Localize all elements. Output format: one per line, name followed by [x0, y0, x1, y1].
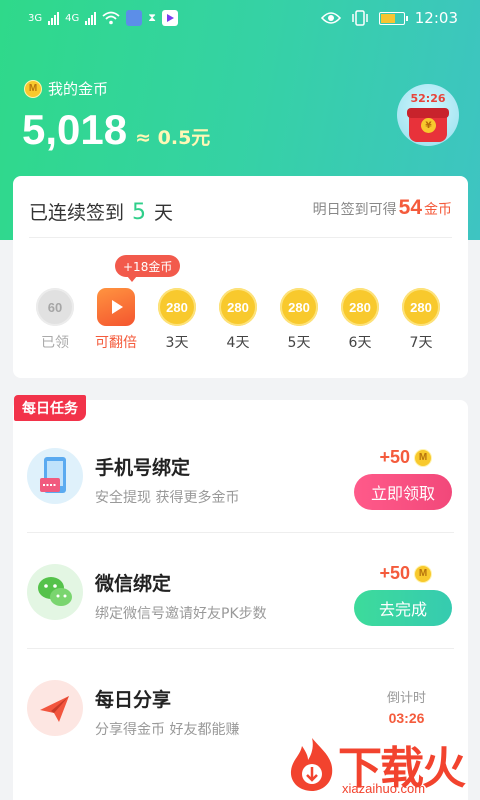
phone-icon: [27, 448, 83, 504]
signal-icon-2: [85, 11, 97, 25]
watermark-url: xiazaihuo.com: [342, 781, 426, 796]
countdown-time: 03:26: [388, 710, 425, 726]
battery-icon: [378, 11, 408, 25]
coin-balance: 5,018: [22, 106, 128, 153]
task-description: 分享得金币 好友都能赚: [95, 722, 240, 738]
app-notification-icon: [126, 10, 143, 26]
coin-icon: 280: [280, 288, 318, 326]
signin-suffix: 天: [154, 202, 174, 224]
coin-icon: M: [414, 564, 432, 583]
task-description: 安全提现 获得更多金币: [95, 490, 240, 506]
day-item-double[interactable]: 可翻倍: [86, 288, 146, 352]
reward-amount: +50: [379, 563, 410, 583]
day-label: 7天: [409, 335, 433, 351]
task-reward: +50 M: [379, 447, 432, 468]
signin-prefix: 已连续签到: [29, 202, 125, 224]
day-label: 6天: [348, 335, 372, 351]
reward-amount: +50: [379, 447, 410, 467]
coin-icon: M: [24, 79, 42, 98]
coin-icon: 280: [219, 288, 257, 326]
day-label: 3天: [165, 335, 189, 351]
network-type-label-2: 4G: [65, 12, 80, 24]
clock: 12:03: [414, 9, 458, 27]
play-video-icon[interactable]: [97, 288, 135, 326]
share-countdown: 倒计时 03:26: [387, 687, 426, 726]
day-item-7: 280 7天: [391, 288, 451, 352]
network-type-label: 3G: [28, 12, 43, 24]
coin-icon: 280: [158, 288, 196, 326]
signin-days: 5: [132, 200, 147, 225]
task-reward: +50 M: [379, 563, 432, 584]
day-item-5: 280 5天: [269, 288, 329, 352]
video-app-icon: [161, 10, 178, 26]
wallet-balance[interactable]: 5,018 ≈ 0.5元: [22, 106, 210, 154]
day-item-6: 280 6天: [330, 288, 390, 352]
task-title: 每日分享: [95, 689, 172, 711]
divider: [29, 237, 452, 238]
go-complete-button[interactable]: 去完成: [354, 590, 452, 626]
vibrate-icon: [352, 10, 368, 26]
red-packet-timer: 52:26: [410, 92, 446, 105]
red-packet-icon: ¥: [407, 108, 449, 142]
day-label: 4天: [226, 335, 250, 351]
signin-card: 已连续签到 5 天 明日签到可得 54 金币 +18金币 60 已领 可翻倍 2…: [13, 176, 468, 378]
hourglass-icon: ⧗: [148, 11, 156, 24]
claim-button[interactable]: 立即领取: [354, 474, 452, 510]
bonus-bubble: +18金币: [115, 255, 181, 282]
tomorrow-amount: 54: [398, 196, 422, 219]
day-label[interactable]: 可翻倍: [86, 332, 146, 352]
tomorrow-unit: 金币: [424, 202, 452, 218]
coin-icon: M: [414, 448, 432, 467]
flame-logo-icon: [290, 738, 333, 791]
coin-icon: 280: [341, 288, 379, 326]
task-description: 绑定微信号邀请好友PK步数: [95, 606, 267, 622]
tomorrow-prefix: 明日签到可得: [312, 202, 397, 218]
task-title: 微信绑定: [95, 573, 172, 595]
coin-icon: 280: [402, 288, 440, 326]
countdown-label: 倒计时: [386, 691, 426, 706]
task-wechat-binding: 微信绑定 绑定微信号邀请好友PK步数 +50 M 去完成: [13, 533, 468, 649]
wechat-icon: [27, 564, 83, 620]
task-phone-binding: 手机号绑定 安全提现 获得更多金币 +50 M 立即领取: [13, 417, 468, 533]
signal-icon: [48, 11, 60, 25]
eye-icon: [320, 12, 341, 24]
day-label: 已领: [41, 335, 69, 351]
day-item-4: 280 4天: [208, 288, 268, 352]
tomorrow-reward: 明日签到可得 54 金币: [313, 196, 452, 220]
task-title: 手机号绑定: [95, 457, 191, 479]
status-bar: 3G 4G ⧗ 12:03: [0, 0, 480, 40]
cash-equivalent: ≈ 0.5元: [135, 127, 211, 149]
wallet-label-row: M 我的金币: [24, 78, 108, 99]
signin-streak: 已连续签到 5 天: [29, 198, 173, 225]
wifi-icon: [102, 11, 120, 25]
yuan-coin-icon: ¥: [421, 118, 436, 133]
coin-icon: 60: [36, 288, 74, 326]
day-label: 5天: [287, 335, 311, 351]
watermark-logo: 下载火 xiazaihuo.com: [282, 732, 480, 800]
wallet-label: 我的金币: [48, 80, 109, 98]
day-item-3: 280 3天: [147, 288, 207, 352]
day-item-1: 60 已领: [25, 288, 85, 352]
paper-plane-icon: [27, 680, 83, 736]
